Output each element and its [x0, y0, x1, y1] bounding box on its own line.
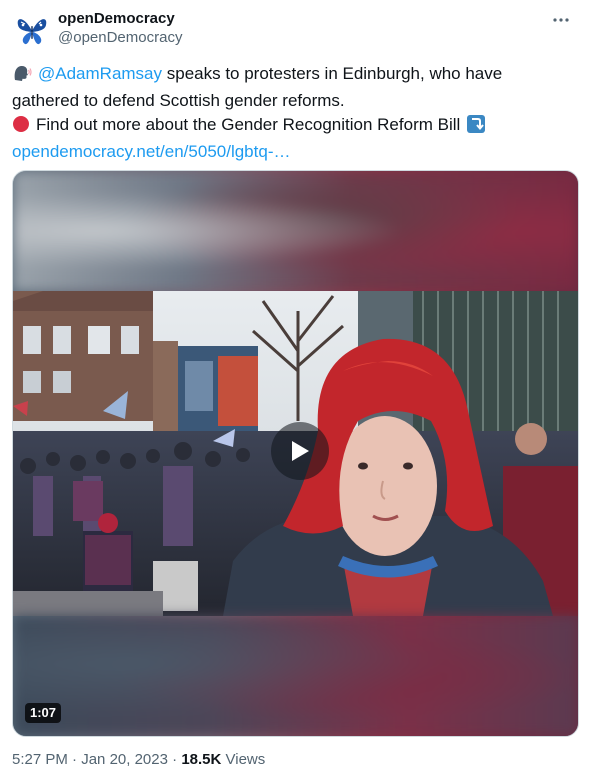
tweet-header: openDemocracy @openDemocracy — [12, 6, 579, 50]
author-info: openDemocracy @openDemocracy — [58, 10, 182, 48]
tweet-meta: 5:27 PM · Jan 20, 2023 · 18.5K Views — [12, 750, 265, 770]
red-circle-icon — [12, 115, 30, 140]
play-button[interactable] — [271, 422, 329, 480]
meta-separator: · — [167, 751, 182, 768]
tweet-time[interactable]: 5:27 PM — [12, 751, 68, 768]
avatar[interactable] — [12, 10, 52, 50]
more-icon — [553, 18, 569, 22]
display-name[interactable]: openDemocracy — [58, 10, 182, 28]
handle[interactable]: @openDemocracy — [58, 28, 182, 48]
video-blur-top — [13, 171, 578, 291]
video-player[interactable]: 1:07 — [12, 170, 579, 737]
more-button[interactable] — [547, 8, 575, 32]
speaking-head-icon — [12, 64, 32, 89]
article-link[interactable]: opendemocracy.net/en/5050/lgbtq-… — [12, 142, 290, 161]
video-duration: 1:07 — [25, 703, 62, 723]
tweet-text: @AdamRamsay speaks to protesters in Edin… — [12, 62, 572, 164]
tweet-line-3: opendemocracy.net/en/5050/lgbtq-… — [12, 140, 572, 164]
arrow-down-icon — [467, 115, 486, 140]
tweet-date[interactable]: Jan 20, 2023 — [81, 751, 168, 768]
video-blur-bottom — [13, 616, 578, 736]
tweet-line-2-text: Find out more about the Gender Recogniti… — [36, 115, 461, 134]
views-count: 18.5K — [181, 751, 222, 768]
play-icon — [292, 441, 309, 461]
meta-separator: · — [67, 751, 82, 768]
tweet-line-2: Find out more about the Gender Recogniti… — [12, 113, 572, 140]
views-label: Views — [221, 751, 266, 768]
butterfly-logo-icon — [17, 19, 47, 45]
video-frame — [13, 291, 578, 616]
tweet-line-1: @AdamRamsay speaks to protesters in Edin… — [12, 62, 572, 113]
mention-link[interactable]: @AdamRamsay — [38, 64, 162, 83]
